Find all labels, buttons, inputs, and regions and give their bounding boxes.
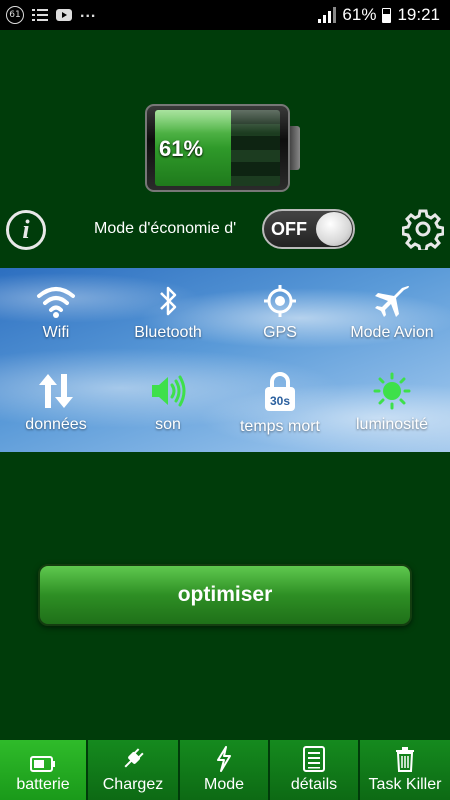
optimize-button[interactable]: optimiser xyxy=(38,564,412,626)
quick-setting-label: Wifi xyxy=(42,324,70,341)
quick-setting-label: temps mort xyxy=(239,418,320,435)
signal-icon xyxy=(318,7,337,23)
nav-mode[interactable]: Mode xyxy=(180,740,270,800)
quick-setting-airplane[interactable]: Mode Avion xyxy=(336,284,448,342)
battery-icon xyxy=(30,756,55,772)
battery-body: 61% xyxy=(145,104,290,192)
power-saving-label: Mode d'économie d' xyxy=(94,220,237,237)
brightness-icon xyxy=(373,372,411,410)
info-icon: i xyxy=(22,215,30,244)
nav-battery[interactable]: batterie xyxy=(0,740,88,800)
quick-setting-label: Mode Avion xyxy=(350,324,434,341)
battery-cap xyxy=(290,126,300,170)
timeout-badge: 30s xyxy=(270,394,290,408)
status-bar: 61 ... 61% 19:21 xyxy=(0,0,450,30)
battery-level-display: 61% xyxy=(145,104,300,192)
toggle-state: OFF xyxy=(271,219,307,239)
nav-label: batterie xyxy=(16,776,70,793)
more-notifications: ... xyxy=(80,4,97,21)
nav-label: Chargez xyxy=(102,776,164,793)
battery-level-label: 61% xyxy=(159,136,204,161)
quick-setting-label: GPS xyxy=(263,324,297,341)
list-icon xyxy=(303,746,325,772)
youtube-icon xyxy=(56,9,72,21)
clock: 19:21 xyxy=(397,5,440,24)
notification-badge-icon: 61 xyxy=(6,6,24,24)
airplane-icon xyxy=(375,286,409,317)
nav-label: détails xyxy=(290,776,338,793)
quick-setting-bluetooth[interactable]: Bluetooth xyxy=(112,284,224,342)
quick-setting-timeout[interactable]: 30s temps mort xyxy=(224,372,336,436)
power-saving-toggle[interactable]: OFF xyxy=(262,209,355,249)
gps-icon xyxy=(264,285,296,317)
nav-details[interactable]: détails xyxy=(270,740,360,800)
quick-setting-data[interactable]: données xyxy=(0,372,112,434)
lock-timer-icon: 30s xyxy=(265,372,295,411)
quick-setting-sound[interactable]: son xyxy=(112,372,224,434)
quick-setting-gps[interactable]: GPS xyxy=(224,284,336,342)
list-notification-icon xyxy=(32,9,48,21)
quick-setting-label: données xyxy=(25,416,87,433)
quick-settings-panel: Wifi Bluetooth GPS Mode Avion données so… xyxy=(0,268,450,452)
speaker-icon xyxy=(152,375,186,407)
toggle-knob xyxy=(316,212,352,246)
data-arrows-icon xyxy=(39,374,73,408)
quick-setting-label: luminosité xyxy=(355,416,429,433)
nav-charge[interactable]: Chargez xyxy=(88,740,180,800)
quick-setting-brightness[interactable]: luminosité xyxy=(336,372,448,434)
info-button[interactable]: i xyxy=(6,210,46,250)
plug-icon xyxy=(124,748,144,768)
nav-label: Task Killer xyxy=(368,776,442,793)
quick-setting-label: son xyxy=(155,416,181,433)
system-status: 61% 19:21 xyxy=(318,5,440,25)
bluetooth-icon xyxy=(160,286,177,316)
gear-icon[interactable] xyxy=(402,208,444,250)
nav-task-killer[interactable]: Task Killer xyxy=(360,740,450,800)
wifi-icon xyxy=(37,287,75,318)
quick-setting-wifi[interactable]: Wifi xyxy=(0,284,112,342)
bottom-nav: batterie Chargez Mode détails Task Kille… xyxy=(0,740,450,800)
quick-setting-label: Bluetooth xyxy=(134,324,202,341)
status-battery-icon xyxy=(382,7,392,23)
trash-icon xyxy=(396,747,414,772)
battery-percent-text: 61% xyxy=(342,5,377,24)
lightning-icon xyxy=(217,746,231,772)
notification-icons: 61 ... xyxy=(6,4,97,24)
nav-label: Mode xyxy=(203,776,245,793)
